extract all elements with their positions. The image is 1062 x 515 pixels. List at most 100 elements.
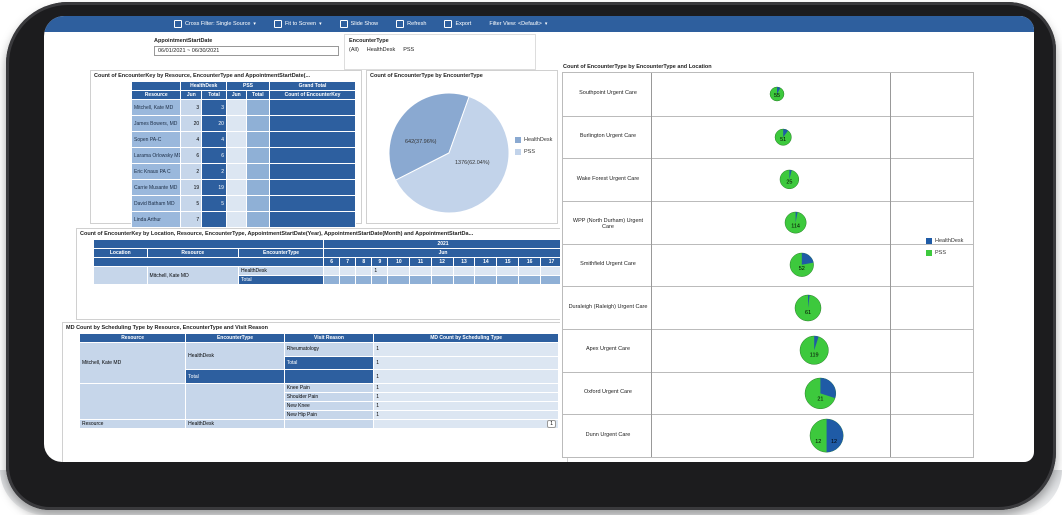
location-label: Duraleigh (Raleigh) Urgent Care [568, 303, 648, 310]
date-filter[interactable]: AppointmentStartDate 06/01/2021 ~ 06/30/… [154, 38, 339, 56]
location-legend-item[interactable]: PSS [926, 250, 963, 256]
mini-pie-healthdesk-label: 12 [831, 439, 837, 445]
location-chart-title: Count of EncounterType by EncounterType … [563, 64, 712, 70]
resource-name-cell[interactable]: James Bowers, MD [130, 115, 182, 132]
location-mini-pie[interactable]: 114 [783, 210, 808, 235]
mini-pie-pss-label: 55 [774, 93, 780, 99]
legend-swatch [926, 238, 932, 244]
location-row: Southpoint Urgent Care 55 [563, 73, 973, 117]
day-header[interactable]: 8 [355, 257, 373, 267]
resource-cell[interactable]: Mitchell, Kate MD [146, 266, 240, 285]
pie-legend-label: HealthDesk [524, 137, 553, 143]
resource-table-col-header[interactable]: Count of EncounterKey [269, 90, 356, 100]
md-count-cell: 1 [373, 369, 559, 384]
pie-legend-item[interactable]: HealthDesk [515, 137, 552, 143]
location-mini-pie[interactable]: 21 [803, 376, 838, 411]
resource-name-cell[interactable]: Eric Knaus PA C [130, 163, 182, 180]
md-visit-reason-header[interactable]: Visit Reason [283, 333, 375, 343]
resource-name-cell[interactable]: Linda Arthur [130, 211, 182, 228]
resource-header[interactable]: Resource [146, 248, 240, 258]
month-header[interactable]: Jun [323, 248, 563, 258]
encounter-option[interactable]: HealthDesk [367, 47, 395, 53]
location-header[interactable]: Location [93, 248, 148, 258]
resource-table-col-header[interactable]: Total [201, 90, 227, 100]
day-header[interactable]: 6 [323, 257, 341, 267]
location-mini-pie[interactable]: 51 [773, 127, 793, 147]
encounter-filter[interactable]: EncounterType (All) HealthDesk PSS [349, 38, 414, 53]
encountertype-header[interactable]: EncounterType [238, 248, 325, 258]
encounter-option[interactable]: (All) [349, 47, 359, 53]
location-label: Oxford Urgent Care [584, 388, 632, 395]
resource-table-col-header[interactable]: Total [245, 90, 271, 100]
location-chart-panel: Count of EncounterType by EncounterType … [560, 62, 980, 458]
location-row: Burlington Urgent Care 51 [563, 115, 973, 160]
location-mini-pie[interactable]: 52 [788, 251, 816, 279]
resource-name-cell[interactable]: Sopen PA-C [130, 131, 182, 148]
day-header[interactable]: 7 [339, 257, 357, 267]
day-header[interactable]: 15 [496, 257, 520, 267]
md-resource-cell[interactable]: Mitchell, Kate MD [78, 342, 187, 384]
toolbar-item[interactable]: Slide Show [339, 20, 378, 28]
toolbar-item[interactable]: Cross Filter: Single Source ▾ [174, 20, 256, 28]
toolbar-item[interactable]: Export [444, 20, 471, 28]
toolbar-item[interactable]: Filter View: <Default> ▾ [489, 21, 547, 27]
resource-value-cell: 19 [201, 179, 227, 196]
resource-table-col-header[interactable]: Jun [225, 90, 247, 100]
md-resource-header[interactable]: Resource [78, 333, 187, 343]
mini-pie-pss-label: 51 [780, 137, 786, 143]
table-row: Carrie Musante MD 19 19 [130, 179, 356, 196]
location-mini-pie[interactable]: 12 12 [808, 417, 845, 454]
location-mini-pie[interactable]: 25 [778, 168, 801, 191]
pie-chart-panel: Count of EncounterType by EncounterType … [366, 70, 558, 224]
md-encountertype-header[interactable]: EncounterType [185, 333, 285, 343]
resource-name-cell[interactable]: Carrie Musante MD [130, 179, 182, 196]
location-chart-legend: HealthDesk PSS [926, 238, 963, 262]
day-header[interactable]: 16 [518, 257, 542, 267]
md-reason-cell: Total [283, 355, 375, 371]
md-resource-cell-2 [78, 383, 187, 420]
location-label: Wake Forest Urgent Care [576, 175, 640, 182]
md-count-panel: MD Count by Scheduling Type by Resource,… [62, 322, 568, 462]
resource-table-col-header[interactable]: Resource [130, 90, 182, 100]
pie-legend-item[interactable]: PSS [515, 149, 552, 155]
resource-table-title: Count of EncounterKey by Resource, Encou… [94, 73, 311, 79]
resource-value-cell: 4 [201, 131, 227, 148]
resource-value-cell: 3 [201, 99, 227, 116]
md-footer-resource: Resource [78, 419, 187, 429]
day-header[interactable]: 11 [409, 257, 432, 267]
mini-pie-healthdesk-slice[interactable] [826, 419, 844, 453]
group-header-grand-total[interactable]: Grand Total [269, 81, 356, 91]
resource-name-cell[interactable]: David Batham MD [130, 195, 182, 212]
location-label: Apex Urgent Care [585, 346, 631, 353]
md-count-header[interactable]: MD Count by Scheduling Type [373, 333, 559, 343]
dashboard-screen: Cross Filter: Single Source ▾ Fit to Scree… [44, 16, 1034, 462]
tablet-device: Cross Filter: Single Source ▾ Fit to Scree… [6, 2, 1056, 510]
resource-value-cell [269, 131, 356, 148]
day-header[interactable]: 13 [452, 257, 476, 267]
location-mini-pie[interactable]: 55 [768, 85, 786, 103]
location-mini-pie[interactable]: 61 [793, 293, 823, 323]
md-encounter-cell[interactable]: HealthDesk [185, 341, 285, 371]
group-header-pss[interactable]: PSS [225, 81, 271, 91]
day-header[interactable]: 14 [474, 257, 498, 267]
location-legend-item[interactable]: HealthDesk [926, 238, 963, 244]
day-header[interactable]: 9 [371, 257, 389, 267]
year-header[interactable]: 2021 [323, 239, 563, 249]
location-mini-pie[interactable]: 119 [798, 334, 830, 366]
md-count-cell: 1 [373, 392, 559, 402]
page-indicator[interactable]: 1 [547, 420, 556, 428]
resource-value-cell [269, 211, 356, 228]
toolbar-item[interactable]: Refresh [396, 20, 426, 28]
md-reason-cell: Rheumatology [283, 342, 375, 357]
day-header[interactable]: 10 [387, 257, 411, 267]
location-row: Wake Forest Urgent Care 25 [563, 158, 973, 202]
resource-value-cell [269, 163, 356, 180]
day-header[interactable]: 12 [430, 257, 454, 267]
date-filter-input[interactable]: 06/01/2021 ~ 06/30/2021 [154, 46, 339, 56]
group-header-healthdesk[interactable]: HealthDesk [180, 81, 227, 91]
resource-table-col-header[interactable]: Jun [180, 90, 203, 100]
resource-name-cell[interactable]: Larama Orlowsky MD [130, 147, 182, 164]
encounter-option[interactable]: PSS [403, 47, 414, 53]
toolbar-item[interactable]: Fit to Screen ▾ [273, 20, 322, 28]
resource-name-cell[interactable]: Mitchell, Kate MD [130, 99, 182, 116]
